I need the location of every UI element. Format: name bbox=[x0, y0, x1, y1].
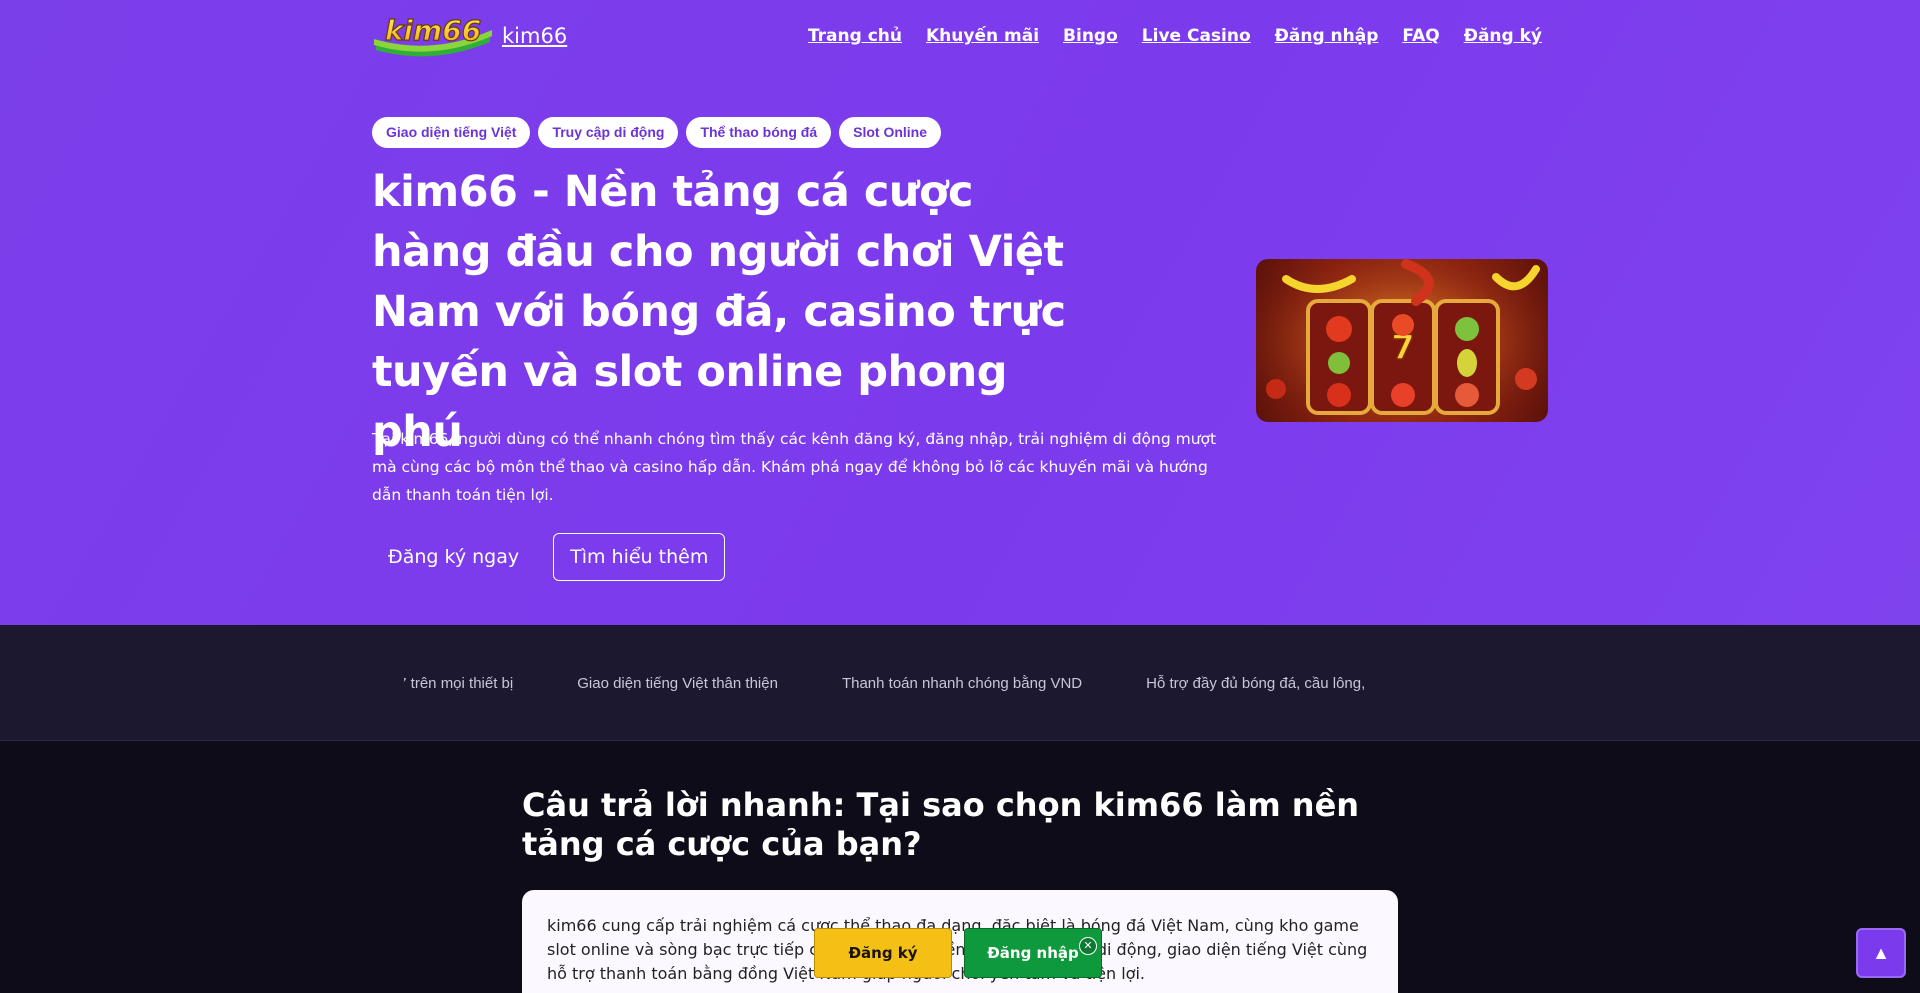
quick-answer-heading: Câu trả lời nhanh: Tại sao chọn kim66 là… bbox=[522, 786, 1360, 863]
tag-football: Thể thao bóng đá bbox=[686, 117, 832, 148]
feature-tags: Giao diện tiếng Việt Truy cập di động Th… bbox=[372, 117, 941, 148]
nav-link-home[interactable]: Trang chủ bbox=[808, 26, 902, 46]
tag-vietnamese-ui: Giao diện tiếng Việt bbox=[372, 117, 531, 148]
back-to-top-button[interactable]: ▲ bbox=[1856, 928, 1906, 978]
tag-mobile-access: Truy cập di động bbox=[538, 117, 679, 148]
hero-actions: Đăng ký ngay Tìm hiểu thêm bbox=[372, 533, 726, 581]
floating-login-label: Đăng nhập bbox=[987, 944, 1079, 962]
floating-register-button[interactable]: Đăng ký bbox=[814, 928, 952, 978]
brand-link[interactable]: kim66 bbox=[502, 24, 567, 48]
nav-link-promotions[interactable]: Khuyến mãi bbox=[926, 26, 1039, 46]
hero-description: Tại kim66, người dùng có thể nhanh chóng… bbox=[372, 430, 1217, 504]
marquee-item: Thanh toán nhanh chóng bằng VND bbox=[841, 674, 1083, 692]
nav-link-bingo[interactable]: Bingo bbox=[1063, 26, 1118, 46]
arrow-up-icon: ▲ bbox=[1872, 942, 1890, 963]
tag-slot-online: Slot Online bbox=[839, 117, 941, 148]
top-navigation: kim66 kim66 Trang chủ Khuyến mãi Bingo L… bbox=[372, 10, 1542, 62]
marquee-item: /7 trên mọi thiết bị bbox=[404, 674, 514, 692]
kim66-logo[interactable]: kim66 bbox=[372, 12, 494, 60]
marquee-item: Giao diện tiếng Việt thân thiện bbox=[577, 674, 778, 692]
hero-title: kim66 - Nền tảng cá cược hàng đầu cho ng… bbox=[372, 167, 1066, 457]
marquee-viewport: /7 trên mọi thiết bị Giao diện tiếng Việ… bbox=[404, 625, 1372, 741]
nav-link-live-casino[interactable]: Live Casino bbox=[1142, 26, 1251, 46]
close-icon[interactable]: ✕ bbox=[1079, 937, 1097, 955]
learn-more-button[interactable]: Tìm hiểu thêm bbox=[553, 533, 726, 581]
main-nav: Trang chủ Khuyến mãi Bingo Live Casino Đ… bbox=[808, 26, 1542, 46]
hero-section: kim66 kim66 Trang chủ Khuyến mãi Bingo L… bbox=[0, 0, 1920, 625]
brand[interactable]: kim66 kim66 bbox=[372, 12, 567, 60]
logo-text: kim66 bbox=[385, 14, 481, 47]
nav-link-faq[interactable]: FAQ bbox=[1402, 26, 1439, 46]
marquee-track: /7 trên mọi thiết bị Giao diện tiếng Việ… bbox=[404, 675, 1365, 692]
floating-login-button[interactable]: Đăng nhập ✕ bbox=[964, 928, 1102, 978]
nav-link-login[interactable]: Đăng nhập bbox=[1275, 26, 1379, 46]
feature-marquee: /7 trên mọi thiết bị Giao diện tiếng Việ… bbox=[0, 625, 1920, 741]
slot-machine-image: 7 bbox=[1256, 259, 1548, 422]
register-now-button[interactable]: Đăng ký ngay bbox=[372, 533, 535, 581]
marquee-item: Hỗ trợ đầy đủ bóng đá, cầu lông, bbox=[1146, 674, 1366, 692]
nav-link-register[interactable]: Đăng ký bbox=[1464, 26, 1542, 46]
floating-cta-bar: Đăng ký Đăng nhập ✕ bbox=[814, 928, 1102, 978]
